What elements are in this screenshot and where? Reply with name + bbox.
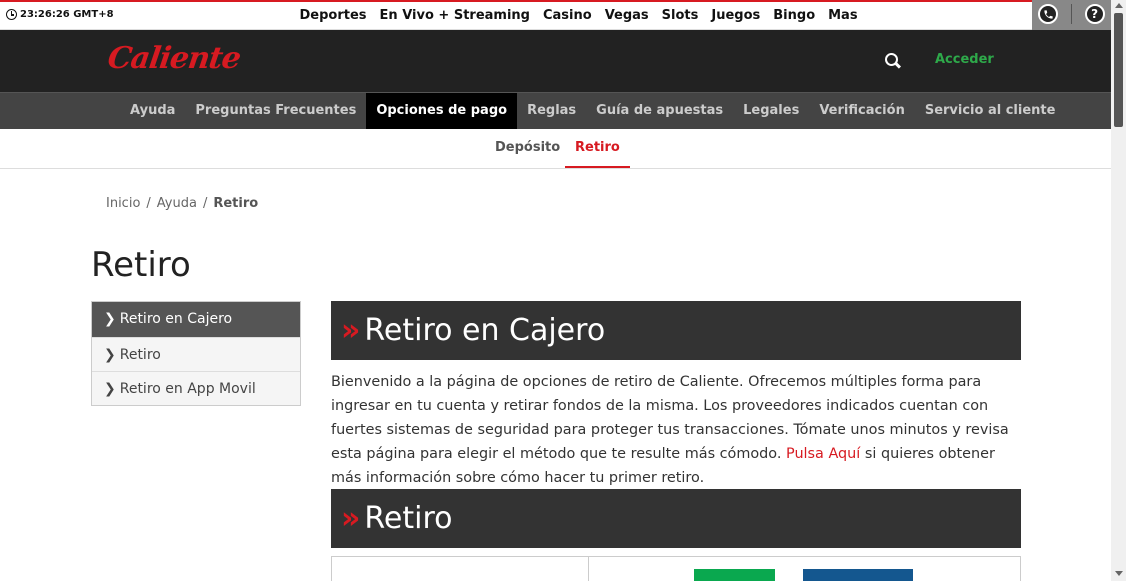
top-buttons-divider [1070, 4, 1072, 24]
help-nav-payment-options[interactable]: Opciones de pago [366, 93, 518, 129]
breadcrumb-ayuda[interactable]: Ayuda [157, 196, 197, 211]
top-nav: Deportes En Vivo + Streaming Casino Vega… [293, 8, 864, 23]
page-scrollbar[interactable] [1111, 0, 1126, 581]
scroll-down-arrow-icon[interactable] [1115, 571, 1123, 576]
chevron-right-icon: ❯ [104, 311, 116, 327]
tab-deposito[interactable]: Depósito [485, 129, 570, 168]
top-nav-juegos[interactable]: Juegos [705, 8, 767, 23]
help-nav-servicio[interactable]: Servicio al cliente [915, 93, 1066, 129]
breadcrumb-inicio[interactable]: Inicio [106, 196, 140, 211]
help-nav: Ayuda Preguntas Frecuentes Opciones de p… [0, 92, 1111, 129]
help-glyph: ? [1091, 7, 1099, 21]
clock-text: 23:26:26 GMT+8 [20, 9, 114, 20]
tab-retiro[interactable]: Retiro [565, 129, 630, 168]
side-item-label: Retiro en App Movil [119, 381, 256, 397]
section-heading-text: Retiro en Cajero [364, 313, 606, 348]
help-icon[interactable]: ? [1084, 4, 1105, 24]
pulsa-aqui-link[interactable]: Pulsa Aquí [786, 446, 860, 462]
phone-icon[interactable] [1038, 4, 1059, 24]
clock-icon [6, 9, 17, 20]
top-buttons: ? [1032, 0, 1111, 30]
breadcrumb: Inicio / Ayuda / Retiro [106, 196, 258, 211]
breadcrumb-separator: / [146, 196, 151, 211]
section-heading-text: Retiro [364, 501, 453, 536]
clock: 23:26:26 GMT+8 [6, 9, 114, 20]
side-menu: ❯ Retiro en Cajero ❯ Retiro ❯ Retiro en App… [91, 301, 301, 406]
withdrawal-table [331, 556, 1021, 581]
top-nav-mas[interactable]: Mas [822, 8, 864, 23]
breadcrumb-separator: / [202, 196, 208, 211]
table-column-divider [588, 557, 589, 581]
page-title: Retiro [91, 245, 191, 285]
help-nav-legales[interactable]: Legales [733, 93, 809, 129]
caliente-logo[interactable]: Caliente [106, 41, 243, 76]
section-heading-retiro-cajero: » Retiro en Cajero [331, 301, 1021, 360]
side-item-retiro-cajero[interactable]: ❯ Retiro en Cajero [92, 302, 300, 337]
section-heading-retiro: » Retiro [331, 489, 1021, 548]
breadcrumb-current: Retiro [213, 196, 259, 211]
double-chevron-icon: » [341, 501, 361, 536]
intro-paragraph: Bienvenido a la página de opciones de re… [331, 370, 1021, 490]
provider-logo-green [694, 569, 775, 581]
payment-subtabs: Depósito Retiro [0, 129, 1111, 169]
help-nav-ayuda[interactable]: Ayuda [120, 93, 185, 129]
top-nav-slots[interactable]: Slots [655, 8, 705, 23]
login-button[interactable]: Acceder [935, 52, 994, 67]
top-strip: 23:26:26 GMT+8 Deportes En Vivo + Stream… [0, 0, 1111, 30]
top-nav-en-vivo[interactable]: En Vivo + Streaming [373, 8, 536, 23]
help-nav-reglas[interactable]: Reglas [517, 93, 586, 129]
scroll-thumb[interactable] [1114, 13, 1123, 127]
help-nav-verificacion[interactable]: Verificación [809, 93, 915, 129]
double-chevron-icon: » [341, 313, 361, 348]
help-nav-guia[interactable]: Guía de apuestas [586, 93, 733, 129]
side-item-label: Retiro en Cajero [119, 311, 233, 327]
top-nav-bingo[interactable]: Bingo [767, 8, 822, 23]
top-nav-vegas[interactable]: Vegas [598, 8, 655, 23]
provider-logo-blue [803, 569, 913, 581]
top-nav-casino[interactable]: Casino [536, 8, 598, 23]
main-header: Caliente Acceder [0, 30, 1111, 92]
side-item-label: Retiro [119, 347, 161, 363]
chevron-right-icon: ❯ [104, 347, 116, 363]
top-nav-deportes[interactable]: Deportes [293, 8, 373, 23]
scroll-up-arrow-icon[interactable] [1115, 3, 1123, 8]
side-item-retiro-app[interactable]: ❯ Retiro en App Movil [92, 371, 300, 405]
phone-icon-svg [1044, 9, 1053, 19]
side-item-retiro[interactable]: ❯ Retiro [92, 337, 300, 371]
chevron-right-icon: ❯ [104, 381, 116, 397]
search-icon[interactable] [885, 53, 900, 68]
help-nav-faq[interactable]: Preguntas Frecuentes [185, 93, 366, 129]
